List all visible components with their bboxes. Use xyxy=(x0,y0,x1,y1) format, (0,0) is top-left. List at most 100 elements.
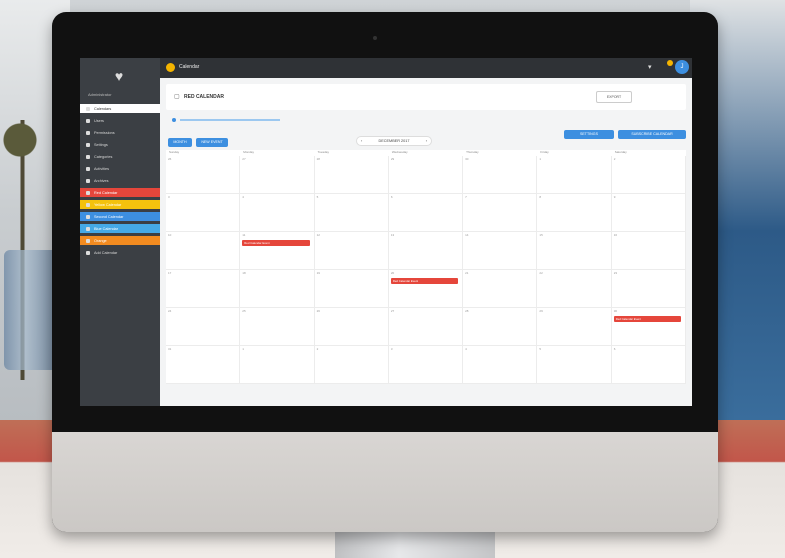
sidebar-item-settings[interactable]: Settings xyxy=(80,140,160,149)
calendar-day-cell[interactable]: 28 xyxy=(314,156,389,194)
sidebar-item-label: Categories xyxy=(94,154,113,159)
sidebar-item-second-calendar[interactable]: Second Calendar xyxy=(80,212,160,221)
calendar-day-cell[interactable]: 2 xyxy=(314,346,389,384)
calendar-day-cell[interactable]: 2 xyxy=(611,156,686,194)
day-number: 16 xyxy=(613,233,618,237)
view-month-button[interactable]: MONTH xyxy=(168,138,192,147)
prev-month-icon[interactable]: ‹ xyxy=(361,139,362,143)
calendar-day-cell[interactable]: 11 Red Calendar Event xyxy=(240,232,315,270)
notification-icon[interactable]: ▾ xyxy=(648,63,652,71)
calendar-day-cell[interactable]: 30 Red Calendar Event xyxy=(611,308,686,346)
day-number: 2 xyxy=(613,157,616,161)
calendar-day-cell[interactable]: 29 xyxy=(388,156,464,194)
next-month-icon[interactable]: › xyxy=(426,139,427,143)
day-number: 15 xyxy=(539,233,543,237)
day-number: 6 xyxy=(613,347,616,351)
calendar-day-cell[interactable]: 29 xyxy=(537,308,612,346)
calendar-day-cell[interactable]: 21 xyxy=(463,270,538,308)
app-logo-icon[interactable]: ♥ xyxy=(110,68,128,86)
sidebar-item-activities[interactable]: Activities xyxy=(80,164,160,173)
calendar-day-cell[interactable]: 10 xyxy=(166,232,241,270)
calendar-day-cell[interactable]: 20 Red Calendar Event xyxy=(388,270,464,308)
calendar-day-cell[interactable]: 5 xyxy=(314,194,389,232)
calendar-day-cell[interactable]: 9 xyxy=(611,194,686,232)
calendar-day-cell[interactable]: 15 xyxy=(537,232,612,270)
calendar-day-cell[interactable]: 8 xyxy=(537,194,612,232)
export-button[interactable]: EXPORT xyxy=(596,91,632,103)
day-number: 26 xyxy=(316,309,320,313)
calendar-day-cell[interactable]: 17 xyxy=(166,270,241,308)
day-number: 26 xyxy=(168,157,172,161)
user-icon xyxy=(86,118,90,123)
calendar-day-cell[interactable]: 16 xyxy=(611,232,686,270)
calendar-day-cell[interactable]: 3 xyxy=(166,194,241,232)
calendar-day-cell[interactable]: 27 xyxy=(240,156,315,194)
sidebar-item-permissions[interactable]: Permissions xyxy=(80,128,160,137)
calendar-day-cell[interactable]: 1 xyxy=(537,156,612,194)
calendar-day-cell[interactable]: 7 xyxy=(463,194,538,232)
avatar[interactable]: J xyxy=(675,60,689,74)
day-number: 14 xyxy=(465,233,469,237)
calendar-day-cell[interactable]: 4 xyxy=(240,194,315,232)
day-number: 9 xyxy=(613,195,616,199)
sidebar-item-label: Red Calendar xyxy=(94,190,118,195)
calendar-day-cell[interactable]: 14 xyxy=(463,232,538,270)
calendar-day-cell[interactable]: 22 xyxy=(537,270,612,308)
calendar-day-cell[interactable]: 5 xyxy=(537,346,612,384)
sidebar-item-yellow-calendar[interactable]: Yellow Calendar xyxy=(80,200,160,209)
calendar-day-cell[interactable]: 19 xyxy=(314,270,389,308)
calendar-day-cell[interactable]: 28 xyxy=(463,308,538,346)
day-number: 6 xyxy=(390,195,393,199)
calendar-day-cell[interactable]: 25 xyxy=(240,308,315,346)
day-number: 19 xyxy=(316,271,320,275)
sidebar-item-label: Second Calendar xyxy=(94,214,124,219)
day-number: 5 xyxy=(539,347,542,351)
day-number: 4 xyxy=(465,347,467,351)
calendar-event[interactable]: Red Calendar Event xyxy=(242,240,310,246)
calendar-day-cell[interactable]: 3 xyxy=(388,346,464,384)
sidebar-item-categories[interactable]: Categories xyxy=(80,152,160,161)
calendar-day-cell[interactable]: 31 xyxy=(166,346,241,384)
day-number: 18 xyxy=(242,271,246,275)
sidebar-item-archives[interactable]: Archives xyxy=(80,176,160,185)
sidebar-item-calendars[interactable]: Calendars xyxy=(80,104,160,113)
sidebar-item-add-calendar[interactable]: Add Calendar xyxy=(80,248,160,257)
sidebar-item-users[interactable]: Users xyxy=(80,116,160,125)
sidebar-item-blue-calendar[interactable]: Blue Calendar xyxy=(80,224,160,233)
sidebar-item-label: Archives xyxy=(94,178,109,183)
sidebar-item-label: Orange xyxy=(94,238,107,243)
calendar-day-cell[interactable]: 12 xyxy=(314,232,389,270)
calendar-day-cell[interactable]: 4 xyxy=(463,346,538,384)
monitor-chin xyxy=(52,432,718,532)
calendar-event[interactable]: Red Calendar Event xyxy=(613,316,681,322)
settings-button[interactable]: SETTINGS xyxy=(564,130,614,139)
calendar-day-cell[interactable]: 27 xyxy=(388,308,464,346)
day-number: 28 xyxy=(465,309,469,313)
day-number: 1 xyxy=(242,347,244,351)
calendar-day-cell[interactable]: 30 xyxy=(463,156,538,194)
subscribe-calendar-button[interactable]: SUBSCRIBE CALENDAR xyxy=(618,130,686,139)
filter-bar[interactable] xyxy=(180,119,280,121)
filter-indicator xyxy=(172,118,176,122)
day-number: 30 xyxy=(465,157,469,161)
calendar-event[interactable]: Red Calendar Event xyxy=(390,278,459,284)
notification-badge xyxy=(667,60,673,66)
day-number: 11 xyxy=(242,233,246,237)
day-number: 7 xyxy=(465,195,467,199)
calendar-day-cell[interactable]: 1 xyxy=(240,346,315,384)
sidebar-item-orange[interactable]: Orange xyxy=(80,236,160,245)
calendar-day-cell[interactable]: 13 xyxy=(388,232,464,270)
day-number: 8 xyxy=(539,195,542,199)
tag-icon xyxy=(86,154,90,159)
vase-decoration xyxy=(4,250,58,370)
new-event-button[interactable]: NEW EVENT xyxy=(196,138,228,147)
calendar-day-cell[interactable]: 18 xyxy=(240,270,315,308)
calendar-day-cell[interactable]: 26 xyxy=(314,308,389,346)
calendar-day-cell[interactable]: 26 xyxy=(166,156,241,194)
calendar-day-cell[interactable]: 6 xyxy=(611,346,686,384)
calendar-day-cell[interactable]: 6 xyxy=(388,194,464,232)
calendar-icon xyxy=(86,226,90,231)
calendar-day-cell[interactable]: 24 xyxy=(166,308,241,346)
calendar-day-cell[interactable]: 23 xyxy=(611,270,686,308)
sidebar-item-red-calendar[interactable]: Red Calendar xyxy=(80,188,160,197)
